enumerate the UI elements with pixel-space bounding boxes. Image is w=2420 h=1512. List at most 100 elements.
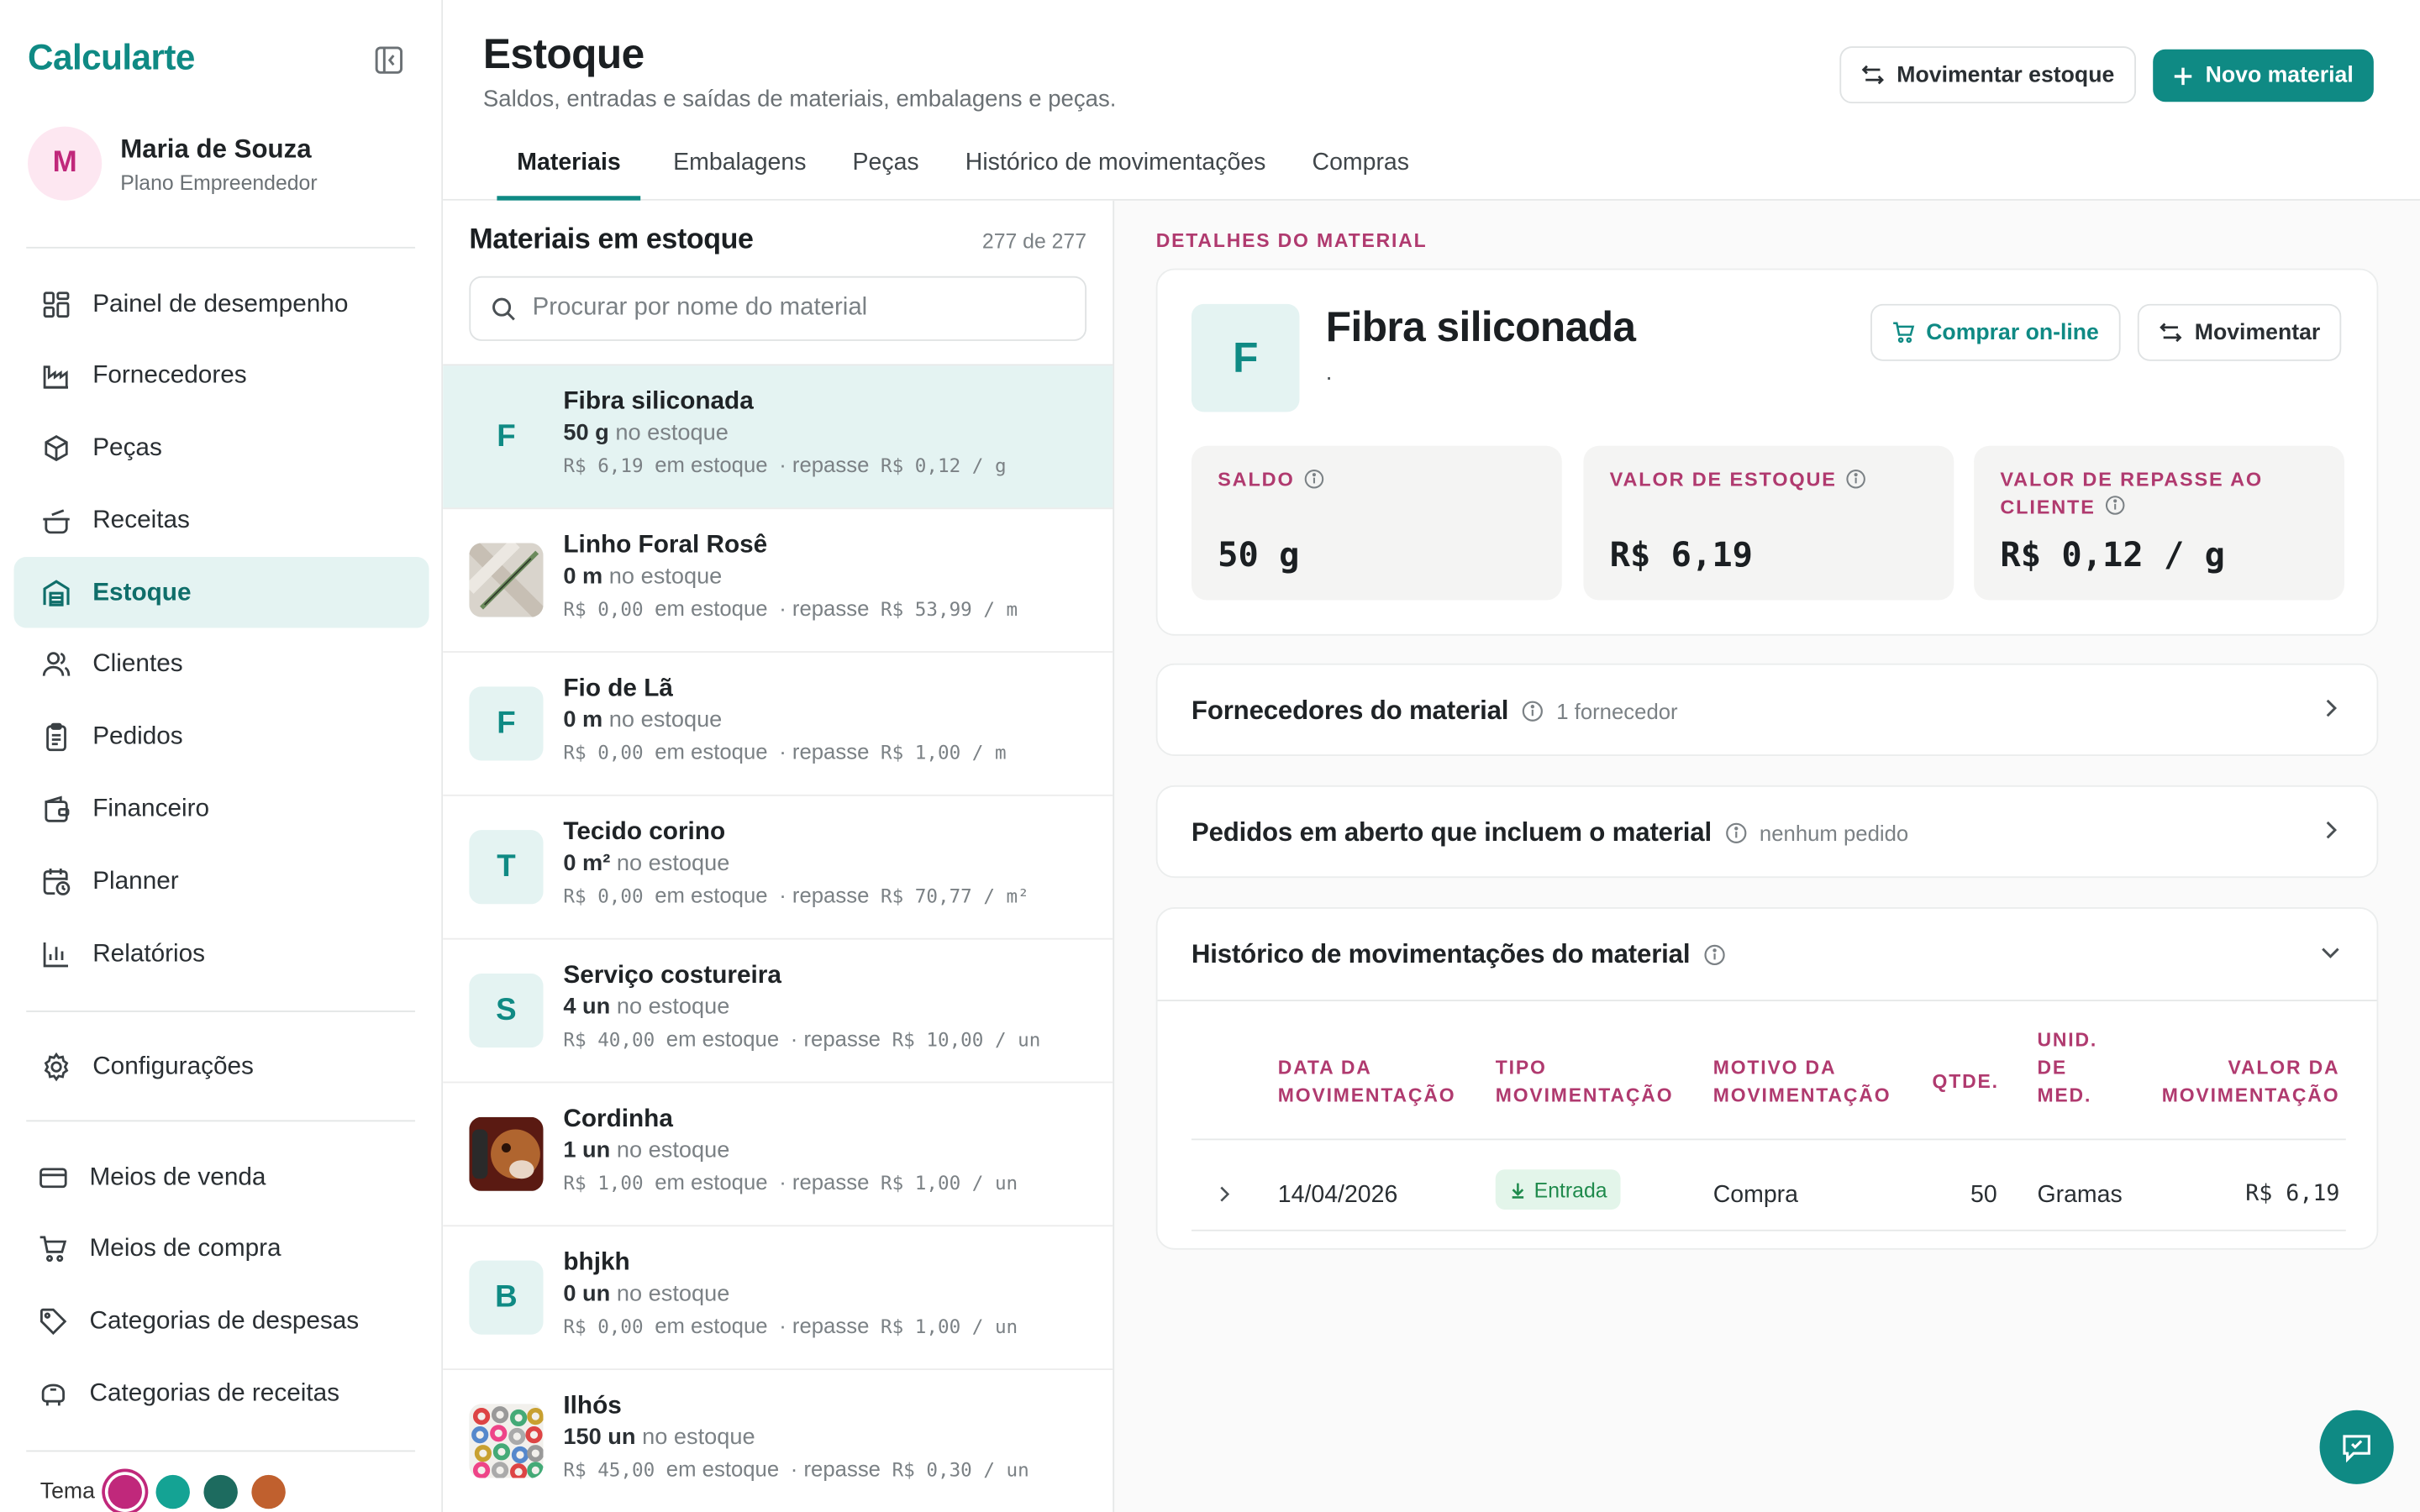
material-initial: F [1191,303,1300,412]
column-header-value: VALOR DA MOVIMENTAÇÃO [2161,1057,2340,1106]
table-divider [1191,1229,2346,1231]
item-qty: 150 un [563,1425,636,1451]
column-header-date: DATA DA MOVIMENTAÇÃO [1277,1057,1456,1106]
column-header-reason: MOTIVO DA MOVIMENTAÇÃO [1712,1057,1891,1106]
new-material-button[interactable]: Novo material [2153,49,2374,102]
list-item[interactable]: T Tecido corino 0 m² no estoque R$ 0,00 … [443,796,1113,940]
theme-swatch-magenta[interactable] [108,1474,143,1509]
theme-swatch-dark-green[interactable] [204,1474,239,1509]
sidebar-item-relatorios[interactable]: Relatórios [14,918,429,989]
item-value-suffix: em estoque [655,452,768,477]
main-content: Estoque Saldos, entradas e saídas de mat… [443,0,2420,1512]
open-orders-title: Pedidos em aberto que incluem o material [1191,817,1712,848]
stat-value: R$ 0,12 / g [2000,537,2225,576]
sidebar-item-pecas[interactable]: Peças [14,412,429,483]
item-qty-suffix: no estoque [642,1425,755,1451]
clipboard-icon [40,722,71,753]
item-qty: 50 g [563,421,609,446]
info-icon[interactable] [1704,943,1726,965]
move-material-button[interactable]: Movimentar [2137,303,2342,361]
sidebar-item-label: Clientes [92,650,183,679]
move-stock-button[interactable]: Movimentar estoque [1839,46,2136,104]
open-orders-card[interactable]: Pedidos em aberto que incluem o material… [1155,785,2379,879]
item-value-suffix: em estoque [666,1456,780,1482]
sidebar-item-receitas[interactable]: Receitas [14,485,429,555]
sidebar-item-financeiro[interactable]: Financeiro [14,774,429,844]
cooking-pot-icon [40,505,71,536]
item-initial: B [469,1260,544,1335]
info-icon[interactable] [1726,822,1748,844]
list-item[interactable]: B bhjkh 0 un no estoque R$ 0,00 em estoq… [443,1226,1113,1370]
sidebar-item-clientes[interactable]: Clientes [14,629,429,700]
arrow-down-icon [1509,1181,1526,1198]
user-profile[interactable]: M Maria de Souza Plano Empreendedor [28,126,318,201]
sidebar-item-meios-compra[interactable]: Meios de compra [11,1214,426,1284]
sidebar-item-categorias-despesas[interactable]: Categorias de despesas [11,1286,426,1357]
info-icon[interactable] [2105,496,2125,516]
item-name: bhjkh [563,1247,630,1276]
chevron-right-icon[interactable] [2318,696,2343,728]
buy-online-label: Comprar on-line [1926,320,2099,345]
avatar: M [28,126,103,201]
item-qty: 4 un [563,995,611,1021]
expand-row-icon[interactable] [1213,1184,1235,1213]
theme-swatch-orange[interactable] [252,1474,287,1509]
stat-valor-repasse: VALOR DE REPASSE AO CLIENTE R$ 0,12 / g [1974,445,2344,601]
column-header-unit: UNID. DE MED. [2037,1029,2098,1106]
item-repasse: R$ 1,00 / m [880,742,1007,764]
history-title: Histórico de movimentações do material [1191,938,1691,969]
sidebar-item-painel[interactable]: Painel de desempenho [14,269,429,339]
item-value: R$ 1,00 [563,1172,644,1194]
item-value: R$ 0,00 [563,598,644,621]
theme-swatch-teal[interactable] [156,1474,191,1509]
tab-historico[interactable]: Histórico de movimentações [951,142,1280,201]
list-item[interactable]: Linho Foral Rosê 0 m no estoque R$ 0,00 … [443,509,1113,653]
sidebar-item-estoque[interactable]: Estoque [13,557,429,628]
item-repasse: R$ 53,99 / m [880,598,1018,621]
sidebar-item-label: Pedidos [92,722,183,751]
sidebar-item-configuracoes[interactable]: Configurações [14,1031,429,1101]
info-icon[interactable] [1304,469,1324,489]
tab-materiais[interactable]: Materiais [497,142,641,201]
tab-compras[interactable]: Compras [1298,142,1423,201]
chevron-right-icon[interactable] [2318,817,2343,850]
suppliers-card[interactable]: Fornecedores do material 1 fornecedor [1155,663,2379,756]
list-item[interactable]: Cordinha 1 un no estoque R$ 1,00 em esto… [443,1083,1113,1227]
sidebar-item-planner[interactable]: Planner [14,846,429,916]
brand-logo[interactable]: Calcularte [28,37,195,79]
collapse-sidebar-icon[interactable] [372,43,406,76]
materials-list-panel: Materiais em estoque 277 de 277 F Fibra … [443,200,1115,1512]
sidebar-item-meios-venda[interactable]: Meios de venda [11,1142,426,1212]
shopping-cart-icon [37,1234,68,1265]
search-icon [491,296,517,322]
status-badge: Entrada [1495,1169,1622,1210]
list-item[interactable]: F Fio de Lã 0 m no estoque R$ 0,00 em es… [443,653,1113,796]
help-chat-button[interactable] [2319,1410,2394,1484]
buy-online-button[interactable]: Comprar on-line [1870,303,2121,361]
move-stock-label: Movimentar estoque [1897,62,2115,87]
item-name: Linho Foral Rosê [563,530,768,559]
tab-embalagens[interactable]: Embalagens [660,142,820,201]
list-item[interactable]: F Fibra siliconada 50 g no estoque R$ 6,… [443,365,1113,510]
search-input[interactable] [532,294,1058,323]
list-item[interactable]: Ilhós 150 un no estoque R$ 45,00 em esto… [443,1370,1113,1512]
gear-icon [40,1051,71,1082]
sidebar-item-pedidos[interactable]: Pedidos [14,701,429,772]
tab-pecas[interactable]: Peças [839,142,933,201]
item-initial: S [469,973,544,1048]
sidebar-item-label: Configurações [92,1051,254,1079]
chevron-down-icon[interactable] [2318,940,2343,973]
column-header-qty: QTDE. [1932,1070,1999,1093]
sidebar-item-fornecedores[interactable]: Fornecedores [14,341,429,412]
suppliers-count: 1 fornecedor [1556,699,1678,724]
sidebar-item-categorias-receitas[interactable]: Categorias de receitas [11,1358,426,1429]
info-icon[interactable] [1523,701,1544,722]
search-box[interactable] [469,276,1087,341]
item-name: Cordinha [563,1105,673,1133]
item-value: R$ 6,19 [563,454,644,477]
item-initial: F [469,686,544,761]
list-item[interactable]: S Serviço costureira 4 un no estoque R$ … [443,940,1113,1084]
theme-label: Tema [39,1479,95,1504]
row-date: 14/04/2026 [1277,1181,1398,1209]
info-icon[interactable] [1846,469,1866,489]
